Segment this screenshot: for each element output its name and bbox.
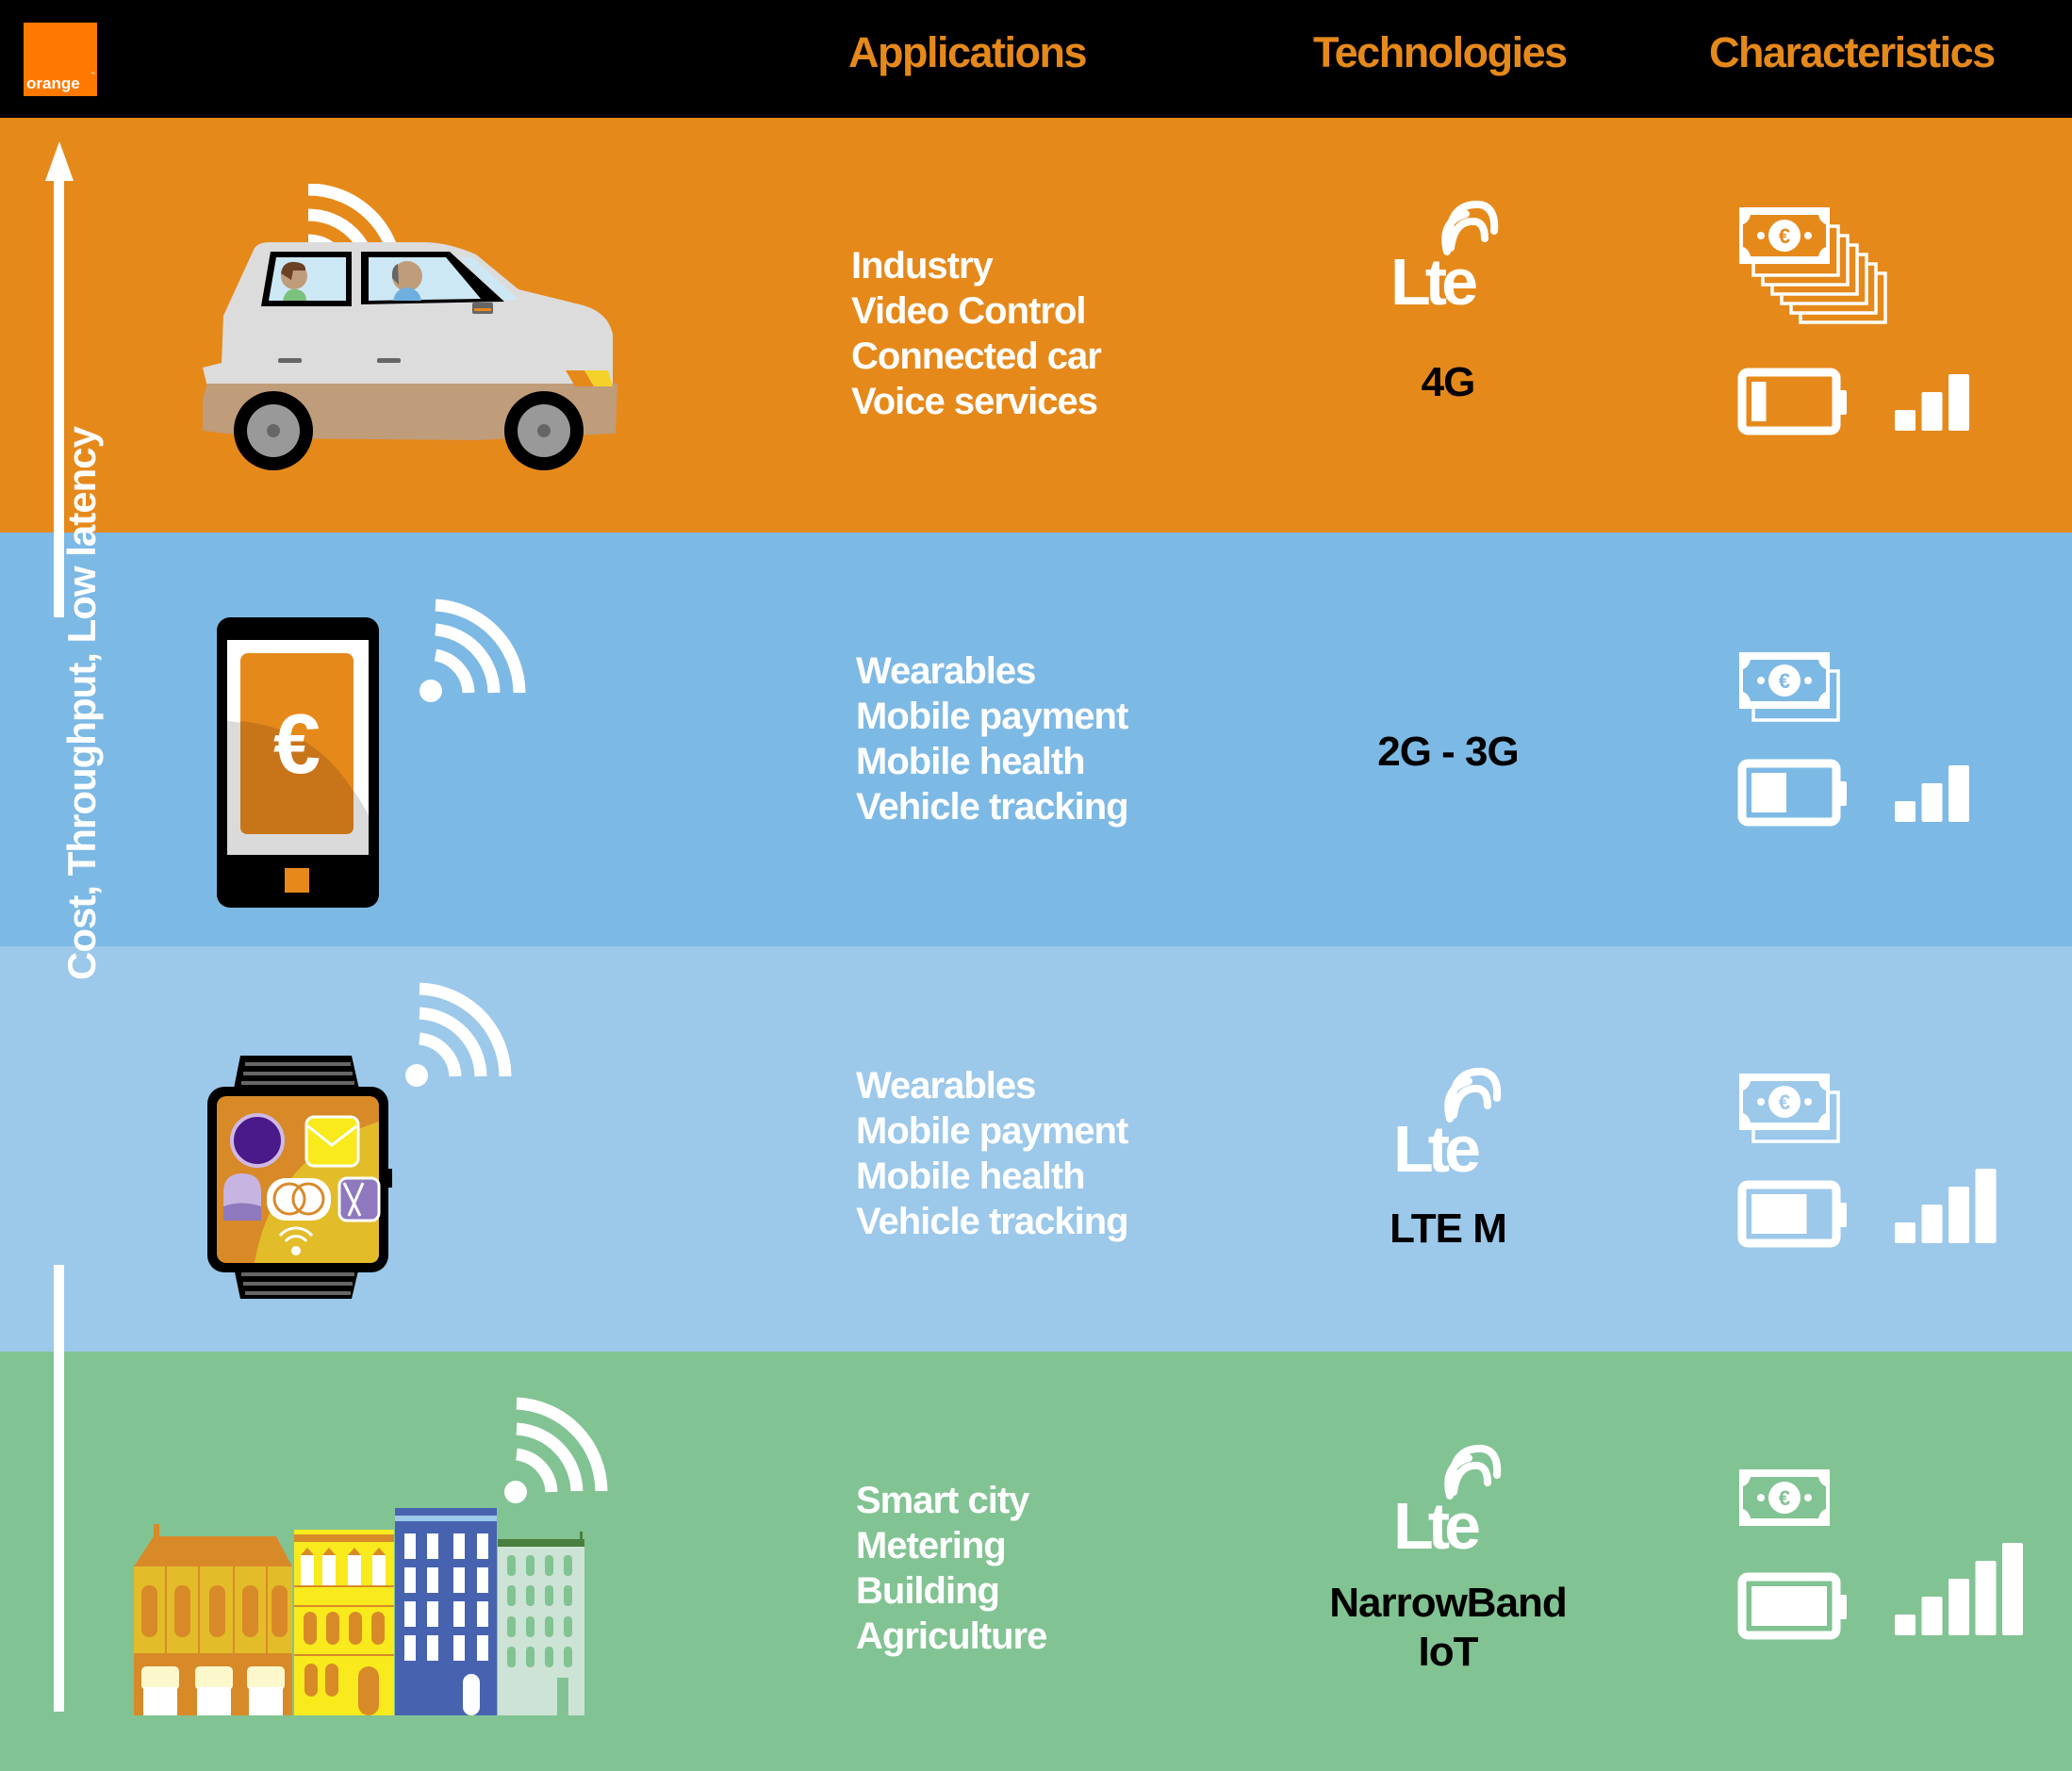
- signal-bar: [1975, 1169, 1997, 1243]
- application-item: Mobile payment: [856, 696, 1128, 737]
- banknote: €: [1739, 652, 1830, 709]
- svg-text:€: €: [1779, 1486, 1790, 1510]
- technology-label-row3: LTE M: [1390, 1205, 1507, 1252]
- svg-text:€: €: [1779, 1090, 1790, 1114]
- signal-bar: [1921, 783, 1943, 822]
- smartphone-payment-illustration: €: [217, 599, 526, 908]
- signal-bar: [1895, 410, 1916, 431]
- application-item: Building: [856, 1570, 1000, 1612]
- application-item: Wearables: [856, 1065, 1036, 1107]
- technology-label-row4: NarrowBand IoT: [1278, 1579, 1618, 1677]
- column-header-technologies: Technologies: [1313, 28, 1568, 76]
- technology-label-line2: IoT: [1418, 1629, 1479, 1675]
- orange-logo: orange ™: [24, 23, 97, 96]
- signal-strength-icon: [1895, 374, 1969, 431]
- svg-text:€: €: [1779, 224, 1790, 248]
- axis-label: Cost, Throughput, Low latency: [59, 427, 104, 980]
- application-item: Wearables: [856, 650, 1036, 692]
- column-header-applications: Applications: [848, 28, 1088, 76]
- wifi-signal-icon: [504, 1397, 608, 1503]
- signal-bar: [1949, 374, 1969, 431]
- signal-strength-icon: [1895, 1169, 1997, 1243]
- applications-list-row4: Smart city Metering Building Agriculture: [856, 1478, 1047, 1659]
- signal-bar: [2002, 1543, 2023, 1635]
- battery-fill: [1751, 382, 1767, 421]
- lte-logo-icon: Lte: [1390, 200, 1499, 306]
- application-item: Vehicle tracking: [856, 786, 1129, 828]
- application-item: Metering: [856, 1525, 1007, 1566]
- axis-line-lower: [54, 1265, 64, 1712]
- application-item: Industry: [851, 245, 994, 287]
- signal-bar: [1921, 392, 1943, 431]
- technology-label-row2: 2G - 3G: [1377, 729, 1520, 775]
- application-item: Mobile health: [856, 1156, 1086, 1197]
- signal-bar: [1921, 1205, 1943, 1243]
- signal-bar: [1949, 1187, 1969, 1243]
- signal-bar: [1895, 1222, 1916, 1243]
- svg-text:Lte: Lte: [1393, 1112, 1479, 1173]
- banknote: €: [1739, 1469, 1830, 1526]
- application-item: Vehicle tracking: [856, 1201, 1129, 1242]
- lte-logo-icon: Lte: [1393, 1067, 1502, 1173]
- banknote: €: [1739, 207, 1830, 264]
- technology-label-line1: NarrowBand: [1329, 1580, 1568, 1626]
- application-item: Mobile payment: [856, 1110, 1128, 1152]
- technology-label-row1: 4G: [1421, 359, 1476, 405]
- connected-car-illustration: [203, 184, 617, 470]
- signal-bar: [1921, 1597, 1943, 1635]
- battery-level-icon: [1737, 368, 1847, 435]
- battery-level-icon: [1737, 759, 1847, 827]
- applications-list-row3: Wearables Mobile payment Mobile health V…: [856, 1063, 1129, 1244]
- smart-city-illustration: [134, 1397, 608, 1715]
- battery-fill: [1751, 773, 1786, 812]
- signal-bar: [1895, 801, 1916, 822]
- application-item: Video Control: [851, 290, 1086, 332]
- euro-icon: €: [273, 697, 321, 792]
- header-bar: orange ™ Applications Technologies Chara…: [0, 0, 2072, 118]
- svg-text:Lte: Lte: [1393, 1489, 1479, 1550]
- battery-level-icon: [1737, 1180, 1847, 1248]
- svg-text:Lte: Lte: [1390, 245, 1476, 306]
- wifi-signal-icon: [405, 982, 512, 1087]
- column-header-characteristics: Characteristics: [1709, 28, 1996, 76]
- signal-bar: [1975, 1561, 1997, 1635]
- application-item: Connected car: [851, 336, 1102, 377]
- applications-list-row2: Wearables Mobile payment Mobile health V…: [856, 648, 1129, 829]
- svg-text:€: €: [1779, 669, 1790, 693]
- logo-text: orange: [26, 74, 80, 92]
- banknote: €: [1739, 1074, 1830, 1130]
- applications-list-row1: Industry Video Control Connected car Voi…: [851, 243, 1102, 424]
- axis-arrow-head-icon: [45, 141, 74, 181]
- application-item: Mobile health: [856, 741, 1086, 782]
- signal-strength-icon: [1895, 1543, 2023, 1635]
- signal-bar: [1949, 765, 1969, 822]
- battery-fill: [1751, 1586, 1827, 1626]
- logo-trademark: ™: [90, 72, 95, 77]
- application-item: Voice services: [851, 381, 1098, 422]
- application-item: Agriculture: [856, 1615, 1047, 1657]
- battery-fill: [1751, 1194, 1807, 1234]
- battery-level-icon: [1737, 1572, 1847, 1640]
- application-item: Smart city: [856, 1480, 1029, 1521]
- signal-bar: [1949, 1579, 1969, 1635]
- smartwatch-illustration: [207, 982, 512, 1299]
- signal-bar: [1895, 1615, 1916, 1635]
- signal-strength-icon: [1895, 765, 1969, 822]
- wifi-signal-icon: [419, 599, 526, 702]
- lte-logo-icon: Lte: [1393, 1444, 1502, 1550]
